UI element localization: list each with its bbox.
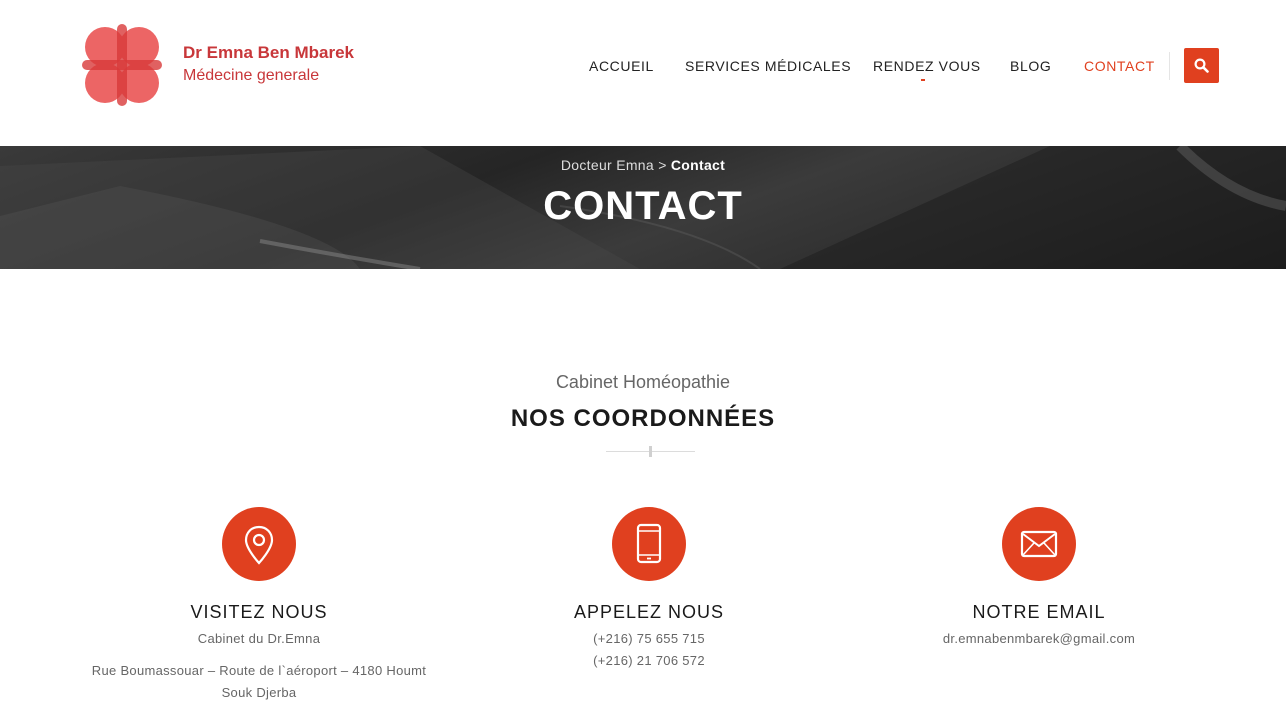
nav-item-contact[interactable]: CONTACT xyxy=(1084,58,1155,74)
page-banner: Docteur Emna > Contact CONTACT xyxy=(0,146,1286,269)
page-title: CONTACT xyxy=(543,184,743,228)
envelope-icon xyxy=(1002,507,1076,581)
section-kicker: Cabinet Homéopathie xyxy=(555,372,731,392)
smartphone-icon xyxy=(612,507,686,581)
section-title: NOS COORDONNÉES xyxy=(510,405,776,432)
breadcrumb-separator: > xyxy=(658,157,667,173)
brand-subtitle: Médecine generale xyxy=(183,67,320,84)
search-button[interactable] xyxy=(1184,48,1219,83)
brand-name[interactable]: Dr Emna Ben Mbarek xyxy=(183,43,354,63)
card-title-call: APPELEZ NOUS xyxy=(573,602,725,622)
phone-number-2[interactable]: (+216) 21 706 572 xyxy=(454,650,844,672)
search-icon xyxy=(1194,58,1209,73)
card-text-address: Rue Boumassouar – Route de l`aéroport – … xyxy=(91,663,427,700)
nav-item-accueil[interactable]: ACCUEIL xyxy=(589,58,654,74)
map-pin-icon xyxy=(222,507,296,581)
email-link[interactable]: dr.emnabenmbarek@gmail.com xyxy=(844,628,1234,650)
phone-number-1[interactable]: (+216) 75 655 715 xyxy=(454,628,844,650)
nav-indicator xyxy=(921,79,925,81)
nav-item-services-medicales[interactable]: SERVICES MÉDICALES xyxy=(685,58,851,74)
card-title-email: NOTRE EMAIL xyxy=(972,602,1106,622)
nav-item-blog[interactable]: BLOG xyxy=(1010,58,1051,74)
card-title-visit: VISITEZ NOUS xyxy=(190,602,328,622)
site-header: Dr Emna Ben Mbarek Médecine generale ACC… xyxy=(0,0,1286,146)
nav-item-rendez-vous[interactable]: RENDEZ VOUS xyxy=(873,58,981,74)
cross-heart-logo-icon[interactable] xyxy=(80,20,164,110)
breadcrumb-home-link[interactable]: Docteur Emna xyxy=(561,157,654,173)
nav-divider xyxy=(1169,52,1170,80)
section-divider-tick xyxy=(649,446,652,457)
card-text-cabinet: Cabinet du Dr.Emna xyxy=(197,631,321,646)
breadcrumb: Docteur Emna > Contact xyxy=(0,157,1286,173)
breadcrumb-current: Contact xyxy=(670,157,726,173)
